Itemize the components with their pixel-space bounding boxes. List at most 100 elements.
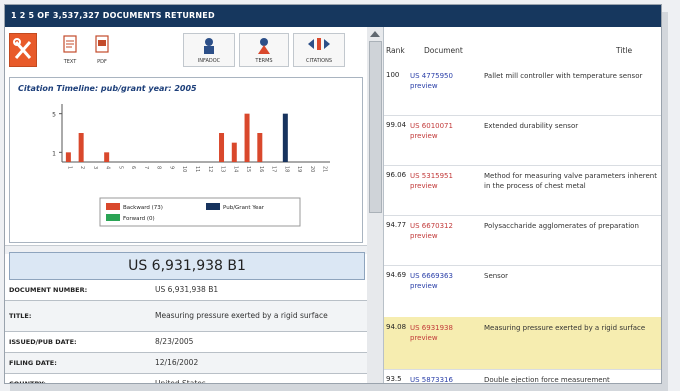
legend-swatch — [206, 203, 220, 210]
citations-button-label: CITATIONS — [305, 58, 333, 64]
result-title: Measuring pressure exerted by a rigid su… — [484, 324, 646, 332]
result-rank: 94.77 — [386, 221, 407, 229]
infadoc-button-label: INFADOC — [197, 58, 221, 64]
result-document-link[interactable]: US 6931938 preview — [410, 323, 453, 343]
doc-number[interactable]: US 5315951 — [410, 172, 453, 180]
doc-number[interactable]: US 4775950 — [410, 72, 453, 80]
scroll-up-arrow-icon[interactable] — [370, 31, 380, 37]
result-document-link[interactable]: US 6670312 preview — [410, 221, 453, 241]
document-toolbar: TEXT PDF INFADOC TERMS CITATIONS — [5, 33, 367, 69]
result-title: Pallet mill controller with temperature … — [484, 72, 643, 80]
x-tick-label: 14 — [232, 166, 238, 172]
infadoc-button[interactable]: INFADOC — [183, 33, 235, 67]
pdf-button[interactable]: PDF — [89, 33, 115, 67]
x-tick-label: 20 — [309, 166, 315, 172]
pdf-button-label: PDF — [97, 59, 107, 65]
bar-backward-73- — [219, 133, 225, 162]
meta-key: COUNTRY: — [9, 380, 46, 384]
result-row[interactable]: 99.04 US 6010071 preview Extended durabil… — [384, 115, 661, 166]
infadoc-icon — [204, 38, 214, 54]
legend-label: Pub/Grant Year — [223, 205, 265, 211]
document-header[interactable]: Document — [424, 46, 463, 55]
legend-label: Backward (73) — [123, 205, 163, 211]
meta-row-issued-date: ISSUED/PUB DATE: 8/23/2005 — [5, 332, 367, 353]
result-document-link[interactable]: US 5315951 preview — [410, 171, 453, 191]
citation-timeline-chart: Citation Timeline: pub/grant year: 2005 … — [9, 77, 363, 243]
x-tick-label: 17 — [271, 166, 277, 172]
result-title: Sensor — [484, 272, 508, 280]
x-tick-label: 7 — [143, 166, 149, 169]
rank-header[interactable]: Rank — [386, 46, 405, 55]
bar-backward-73- — [104, 152, 110, 162]
x-tick-label: 9 — [168, 166, 174, 169]
text-doc-icon — [63, 35, 77, 53]
result-row[interactable]: 100 US 4775950 preview Pallet mill contro… — [384, 65, 661, 116]
doc-number[interactable]: US 5873316 — [410, 376, 453, 383]
bar-backward-73- — [257, 133, 263, 162]
result-rank: 100 — [386, 71, 400, 79]
patent-metadata-table: DOCUMENT NUMBER: US 6,931,938 B1 TITLE: … — [5, 280, 367, 384]
result-rank: 93.5 — [386, 375, 402, 383]
preview-link[interactable]: preview — [410, 81, 453, 91]
result-title: Double ejection force measurement — [484, 376, 610, 384]
result-rank: 94.08 — [386, 323, 407, 331]
preview-link[interactable]: preview — [410, 131, 453, 141]
preview-link[interactable]: preview — [410, 181, 453, 191]
pdf-doc-icon — [95, 35, 109, 53]
x-tick-label: 11 — [194, 166, 200, 172]
result-row[interactable]: 96.06 US 5315951 preview Method for measu… — [384, 165, 661, 216]
terms-button[interactable]: TERMS — [239, 33, 289, 67]
result-title: Polysaccharide agglomerates of preparati… — [484, 222, 639, 230]
terms-button-label: TERMS — [255, 58, 273, 64]
legend-swatch — [106, 214, 120, 221]
preview-link[interactable]: preview — [410, 281, 453, 291]
bar-backward-73- — [78, 133, 84, 162]
preview-link[interactable]: preview — [410, 231, 453, 241]
bar-backward-73- — [65, 152, 71, 162]
result-title: Extended durability sensor — [484, 122, 579, 130]
result-row[interactable]: 93.5 US 5873316 Double ejection force me… — [384, 369, 661, 384]
x-tick-label: 3 — [92, 166, 98, 169]
title-header[interactable]: Title — [616, 46, 632, 55]
x-tick-label: 4 — [105, 166, 111, 169]
tools-icon — [13, 38, 32, 59]
x-tick-label: 6 — [130, 166, 136, 169]
doc-number[interactable]: US 6931938 — [410, 324, 453, 332]
terms-icon — [258, 38, 270, 54]
doc-number[interactable]: US 6670312 — [410, 222, 453, 230]
x-tick-label: 8 — [156, 166, 162, 169]
results-list-pane: Rank Document Title 100 US 4775950 previe… — [384, 27, 661, 383]
app-window: 1 2 5 OF 3,537,327 DOCUMENTS RETURNED TE… — [4, 4, 662, 384]
x-tick-label: 16 — [258, 166, 264, 172]
result-row[interactable]: 94.69 US 6669363 preview Sensor — [384, 265, 661, 318]
document-detail-pane: TEXT PDF INFADOC TERMS CITATIONS Citatio… — [5, 27, 368, 383]
patent-heading: US 6,931,938 B1 — [9, 252, 365, 280]
result-document-link[interactable]: US 4775950 preview — [410, 71, 453, 91]
y-tick-label: 1 — [52, 150, 56, 157]
citations-icon — [308, 38, 330, 50]
result-row[interactable]: 94.77 US 6670312 preview Polysaccharide a… — [384, 215, 661, 266]
left-pane-scrollbar[interactable] — [367, 27, 384, 383]
text-button[interactable]: TEXT — [57, 33, 83, 67]
meta-key: TITLE: — [9, 312, 32, 320]
doc-number[interactable]: US 6010071 — [410, 122, 453, 130]
x-tick-label: 15 — [245, 166, 251, 172]
result-document-link[interactable]: US 5873316 — [410, 375, 453, 383]
result-row-selected[interactable]: 94.08 US 6931938 preview Measuring pressu… — [384, 317, 661, 370]
results-count-bar: 1 2 5 OF 3,537,327 DOCUMENTS RETURNED — [5, 5, 661, 27]
meta-key: FILING DATE: — [9, 359, 57, 367]
meta-key: ISSUED/PUB DATE: — [9, 338, 77, 346]
citations-button[interactable]: CITATIONS — [293, 33, 345, 67]
result-document-link[interactable]: US 6010071 preview — [410, 121, 453, 141]
legend-label: Forward (0) — [123, 216, 155, 222]
doc-number[interactable]: US 6669363 — [410, 272, 453, 280]
result-document-link[interactable]: US 6669363 preview — [410, 271, 453, 291]
result-rank: 99.04 — [386, 121, 407, 129]
meta-value: 8/23/2005 — [155, 337, 194, 346]
preview-link[interactable]: preview — [410, 333, 453, 343]
scrollbar-thumb[interactable] — [369, 41, 382, 213]
meta-value: United States — [155, 379, 206, 384]
result-rank: 94.69 — [386, 271, 407, 279]
legend-swatch — [106, 203, 120, 210]
tools-button[interactable] — [9, 33, 37, 67]
